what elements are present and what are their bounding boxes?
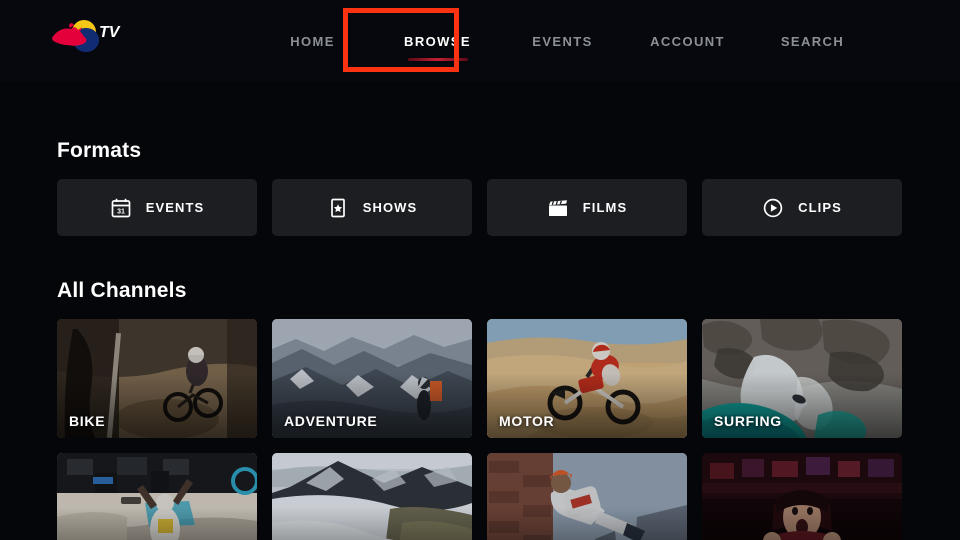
format-button-shows[interactable]: SHOWS bbox=[272, 179, 472, 236]
main-nav: HOME BROWSE EVENTS ACCOUNT SEARCH bbox=[250, 0, 875, 82]
nav-item-browse[interactable]: BROWSE bbox=[375, 33, 500, 61]
tile-gradient-overlay bbox=[487, 506, 687, 540]
nav-item-events[interactable]: EVENTS bbox=[500, 34, 625, 49]
format-button-events[interactable]: 31 EVENTS bbox=[57, 179, 257, 236]
channel-tile-dance[interactable] bbox=[487, 453, 687, 540]
format-button-clips-label: CLIPS bbox=[798, 200, 842, 215]
channel-tile-adventure[interactable]: ADVENTURE bbox=[272, 319, 472, 438]
channel-grid: BIKE ADVENTURE MOTOR SURFING bbox=[57, 319, 917, 540]
format-button-films-label: FILMS bbox=[582, 200, 628, 215]
channel-tile-esports[interactable] bbox=[702, 453, 902, 540]
clapperboard-icon bbox=[547, 197, 569, 219]
nav-item-search-label: SEARCH bbox=[780, 33, 845, 49]
format-button-films[interactable]: FILMS bbox=[487, 179, 687, 236]
channel-tile-adventure-label: ADVENTURE bbox=[284, 413, 378, 429]
format-button-clips[interactable]: CLIPS bbox=[702, 179, 902, 236]
calendar-icon: 31 bbox=[110, 197, 132, 219]
svg-text:31: 31 bbox=[117, 208, 125, 215]
show-card-star-icon bbox=[327, 197, 349, 219]
format-button-events-label: EVENTS bbox=[145, 200, 205, 215]
channel-tile-skate[interactable] bbox=[57, 453, 257, 540]
tile-gradient-overlay bbox=[57, 506, 257, 540]
format-button-shows-label: SHOWS bbox=[362, 200, 418, 215]
nav-item-account[interactable]: ACCOUNT bbox=[625, 34, 750, 49]
channel-tile-snow[interactable] bbox=[272, 453, 472, 540]
channel-tile-motor[interactable]: MOTOR bbox=[487, 319, 687, 438]
nav-item-search[interactable]: SEARCH bbox=[750, 34, 875, 49]
tile-gradient-overlay bbox=[272, 506, 472, 540]
top-navigation-bar: TV HOME BROWSE EVENTS ACCOUNT SEARCH bbox=[0, 0, 960, 82]
logo-tv-text: TV bbox=[99, 24, 121, 41]
active-nav-underline bbox=[407, 57, 468, 61]
nav-item-home[interactable]: HOME bbox=[250, 34, 375, 49]
formats-row: 31 EVENTS SHOWS FILMS CLIPS bbox=[57, 179, 902, 236]
channel-tile-surfing[interactable]: SURFING bbox=[702, 319, 902, 438]
play-circle-icon bbox=[762, 197, 784, 219]
red-bull-tv-logo[interactable]: TV bbox=[46, 18, 124, 54]
redbull-tv-browse-screen: TV HOME BROWSE EVENTS ACCOUNT SEARCH For… bbox=[0, 0, 960, 540]
nav-item-home-label: HOME bbox=[290, 33, 335, 49]
channel-tile-motor-label: MOTOR bbox=[499, 413, 555, 429]
nav-item-browse-label: BROWSE bbox=[404, 33, 471, 49]
channel-tile-bike-label: BIKE bbox=[69, 413, 106, 429]
tile-gradient-overlay bbox=[702, 506, 902, 540]
all-channels-section-title: All Channels bbox=[57, 279, 187, 302]
channel-tile-bike[interactable]: BIKE bbox=[57, 319, 257, 438]
nav-item-events-label: EVENTS bbox=[532, 33, 593, 49]
nav-item-account-label: ACCOUNT bbox=[650, 33, 725, 49]
channel-tile-surfing-label: SURFING bbox=[714, 413, 782, 429]
formats-section-title: Formats bbox=[57, 139, 142, 162]
